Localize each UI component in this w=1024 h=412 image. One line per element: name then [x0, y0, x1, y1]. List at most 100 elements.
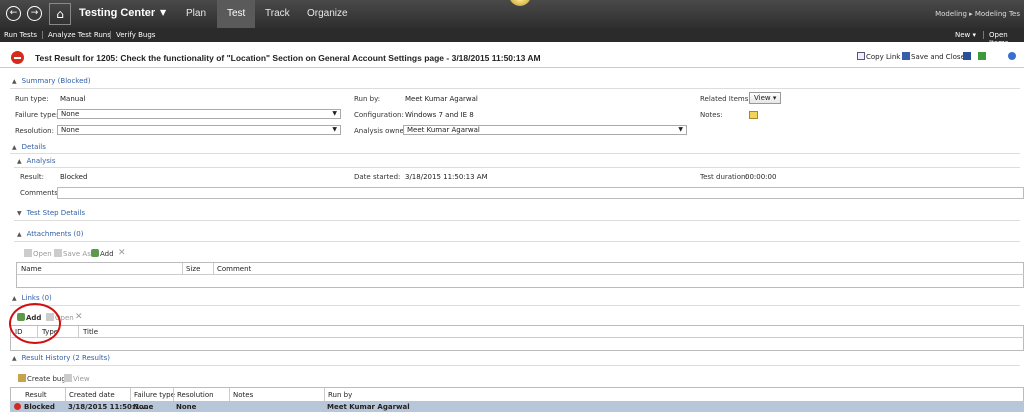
save-button[interactable]	[963, 52, 972, 61]
date-started-value: 3/18/2015 11:50:13 AM	[405, 173, 488, 181]
toolbar-divider	[110, 31, 111, 39]
summary-section-label: Summary (Blocked)	[21, 77, 91, 85]
row-resolution: None	[176, 403, 197, 411]
create-bug-button[interactable]: Create bug	[18, 374, 66, 383]
summary-section-header[interactable]: ▲ Summary (Blocked)	[12, 77, 91, 85]
links-section-header[interactable]: ▲ Links (0)	[12, 294, 52, 302]
test-step-details-header[interactable]: ▼ Test Step Details	[17, 209, 85, 217]
column-divider	[130, 388, 131, 401]
row-result: Blocked	[24, 403, 55, 411]
history-view-button[interactable]: View	[64, 374, 90, 383]
history-view-label: View	[73, 375, 90, 383]
save-and-close-label: Save and Close	[911, 53, 965, 61]
attachments-grid: Name Size Comment	[16, 262, 1024, 288]
app-name[interactable]: Testing Center	[79, 7, 155, 19]
app-menu-chevron-down-icon[interactable]: ▼	[160, 8, 166, 17]
page-title: Test Result for 1205: Check the function…	[35, 53, 541, 63]
add-icon	[91, 249, 99, 257]
attachment-open-button[interactable]: Open	[24, 249, 52, 258]
home-icon[interactable]: ⌂	[49, 3, 71, 25]
view-related-items-button[interactable]: View ▾	[749, 92, 781, 104]
details-section-header[interactable]: ▲ Details	[12, 143, 46, 151]
chevron-down-icon: ▼	[678, 126, 683, 133]
bug-icon	[18, 374, 26, 382]
open-folder-icon	[24, 249, 32, 257]
help-button[interactable]	[1008, 52, 1017, 61]
grid-header-divider	[11, 337, 1024, 338]
verify-bugs-link[interactable]: Verify Bugs	[116, 31, 155, 39]
col-failure-type[interactable]: Failure type	[134, 391, 175, 399]
back-arrow-icon[interactable]: ←	[6, 6, 21, 21]
col-title[interactable]: Title	[83, 328, 98, 336]
failure-type-label: Failure type:	[15, 111, 59, 119]
top-navigation-bar: ← → ⌂ Testing Center ▼ Plan Test Track O…	[0, 0, 1024, 28]
col-name[interactable]: Name	[21, 265, 42, 273]
col-comment[interactable]: Comment	[217, 265, 251, 273]
collapse-triangle-icon: ▲	[17, 158, 22, 165]
analysis-subsection-label: Analysis	[26, 157, 56, 165]
resolution-select[interactable]: None ▼	[57, 125, 341, 135]
tab-track[interactable]: Track	[265, 8, 290, 19]
activity-toolbar: Run Tests Analyze Test Runs Verify Bugs …	[0, 28, 1024, 47]
attachment-add-label: Add	[100, 250, 114, 258]
run-type-label: Run type:	[15, 95, 49, 103]
new-menu-button[interactable]: New ▾	[955, 31, 976, 39]
save-and-close-button[interactable]: Save and Close	[902, 52, 965, 61]
analysis-subsection-header[interactable]: ▲ Analysis	[17, 157, 55, 165]
blocked-status-icon	[14, 403, 21, 410]
failure-type-select[interactable]: None ▼	[57, 109, 341, 119]
table-row[interactable]: Blocked 3/18/2015 11:50:1... None None M…	[10, 401, 1024, 412]
col-notes[interactable]: Notes	[233, 391, 253, 399]
col-created-date[interactable]: Created date	[69, 391, 115, 399]
result-label: Result:	[20, 173, 44, 181]
result-history-section-label: Result History (2 Results)	[21, 354, 111, 362]
tab-plan[interactable]: Plan	[186, 8, 206, 19]
attachment-add-button[interactable]: Add	[91, 249, 114, 258]
collapse-triangle-icon: ▲	[12, 78, 17, 85]
forward-arrow-icon[interactable]: →	[27, 6, 42, 21]
section-divider	[10, 88, 1020, 89]
run-type-value: Manual	[60, 95, 86, 103]
refresh-icon	[978, 52, 986, 60]
links-section-label: Links (0)	[21, 294, 52, 302]
attachments-section-header[interactable]: ▲ Attachments (0)	[17, 230, 83, 238]
result-value: Blocked	[60, 173, 88, 181]
attachment-save-as-button[interactable]: Save As	[54, 249, 91, 258]
resolution-label: Resolution:	[15, 127, 54, 135]
open-items-link[interactable]: Open Items	[989, 31, 1024, 47]
column-divider	[213, 263, 214, 274]
links-grid: ID Type Title	[10, 325, 1024, 351]
col-result[interactable]: Result	[25, 391, 47, 399]
analysis-owner-label: Analysis owner:	[354, 127, 409, 135]
column-divider	[173, 388, 174, 401]
attachment-save-as-label: Save As	[63, 250, 91, 258]
result-history-section-header[interactable]: ▲ Result History (2 Results)	[12, 354, 110, 362]
attachment-delete-icon[interactable]: ✕	[118, 248, 126, 258]
copy-link-button[interactable]: Copy Link	[857, 52, 900, 61]
analyze-test-runs-link[interactable]: Analyze Test Runs	[48, 31, 111, 39]
tab-organize[interactable]: Organize	[307, 8, 348, 19]
row-failure-type: None	[133, 403, 154, 411]
col-run-by[interactable]: Run by	[328, 391, 352, 399]
comments-field[interactable]	[57, 187, 1024, 199]
save-icon	[54, 249, 62, 257]
link-delete-icon[interactable]: ✕	[75, 312, 83, 322]
section-divider	[14, 241, 1020, 242]
analysis-owner-select[interactable]: Meet Kumar Agarwal ▼	[403, 125, 687, 135]
view-icon	[64, 374, 72, 382]
refresh-button[interactable]	[978, 52, 987, 61]
col-resolution[interactable]: Resolution	[177, 391, 214, 399]
test-duration-label: Test duration:	[700, 173, 748, 181]
result-header: Test Result for 1205: Check the function…	[0, 46, 1024, 68]
chevron-down-icon: ▼	[332, 110, 337, 117]
notes-icon[interactable]	[749, 111, 758, 119]
section-divider	[14, 220, 1020, 221]
breadcrumb[interactable]: Modeling ▸ Modeling Tes	[935, 10, 1020, 18]
run-tests-link[interactable]: Run Tests	[4, 31, 37, 39]
comments-label: Comments:	[20, 189, 61, 197]
date-started-label: Date started:	[354, 173, 401, 181]
column-divider	[324, 388, 325, 401]
copy-link-icon	[857, 52, 865, 60]
col-size[interactable]: Size	[186, 265, 200, 273]
tab-test[interactable]: Test	[217, 0, 256, 28]
